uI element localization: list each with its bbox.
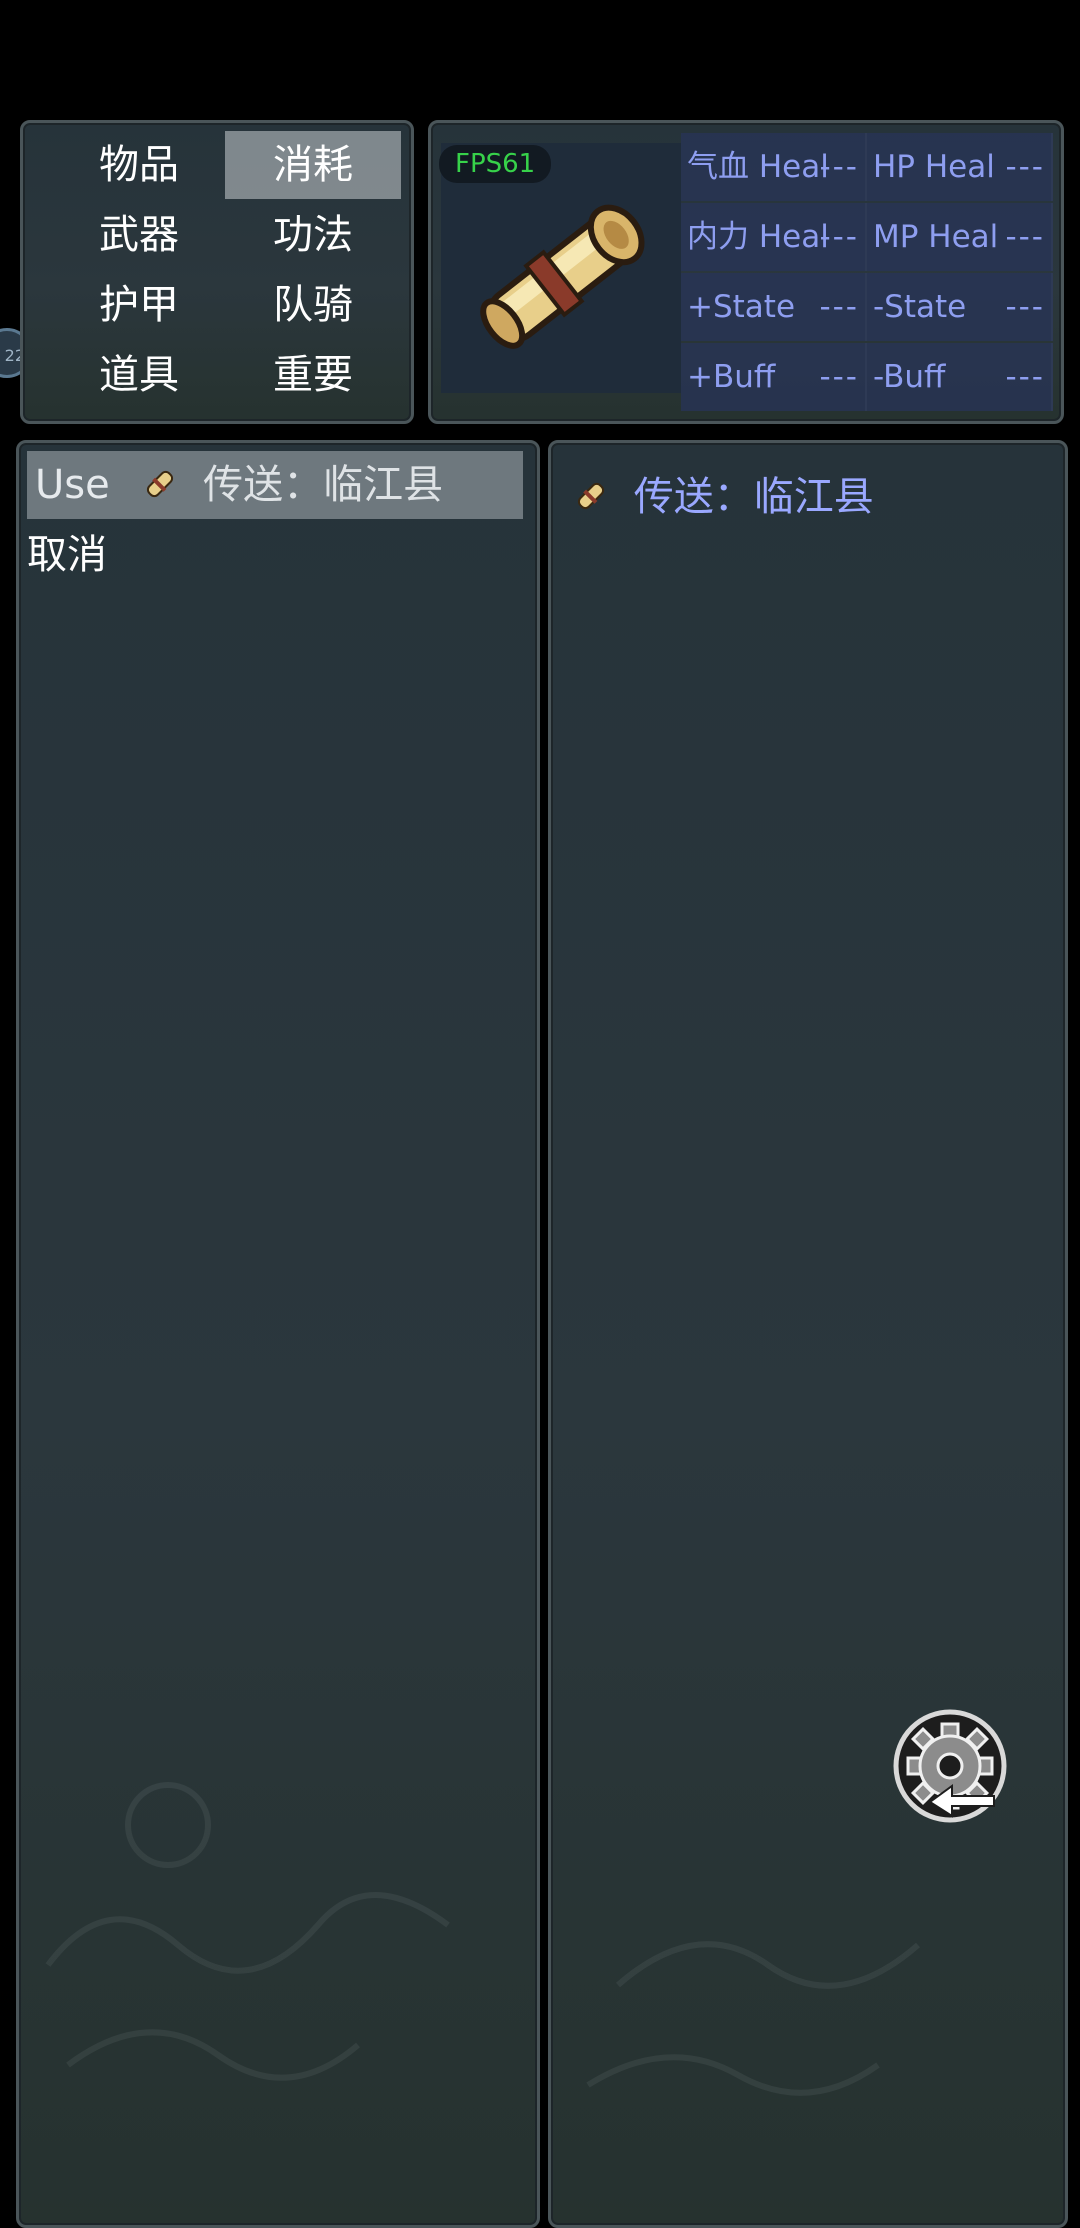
category-xiaohao[interactable]: 消耗 bbox=[225, 131, 401, 199]
detail-title-text: 传送：临江县 bbox=[633, 474, 874, 520]
settings-button[interactable] bbox=[890, 1706, 1010, 1826]
stat-value: --- bbox=[819, 359, 859, 395]
category-grid: 物品 消耗 武器 功法 护甲 队骑 道具 重要 bbox=[23, 123, 411, 421]
list-item-selected[interactable]: Use 传送：临江县 bbox=[27, 451, 523, 519]
stat-label: -Buff bbox=[873, 359, 946, 395]
stat-label: +State bbox=[687, 289, 796, 325]
stat-value: --- bbox=[1005, 289, 1045, 325]
category-hujia[interactable]: 护甲 bbox=[51, 271, 227, 339]
stat-cell: +State --- bbox=[681, 273, 867, 341]
stat-cell: -Buff --- bbox=[867, 343, 1053, 411]
stat-cell: 气血 Heal --- bbox=[681, 133, 867, 201]
cloud-pattern bbox=[45, 1782, 450, 2081]
stat-label: 气血 Heal bbox=[687, 149, 829, 185]
cancel-button[interactable]: 取消 bbox=[27, 521, 523, 589]
stat-label: +Buff bbox=[687, 359, 776, 395]
category-duiqi[interactable]: 队骑 bbox=[225, 271, 401, 339]
stat-cell: -State --- bbox=[867, 273, 1053, 341]
stat-label: HP Heal bbox=[873, 149, 995, 185]
stat-value: --- bbox=[819, 149, 859, 185]
item-detail-panel: 传送：临江县 bbox=[548, 440, 1068, 2228]
stat-cell: MP Heal --- bbox=[867, 203, 1053, 271]
game-screen: 22 物品 消耗 武器 功法 护甲 队骑 道具 重要 FPS61 气血 Heal… bbox=[0, 0, 1080, 2228]
stat-value: --- bbox=[1005, 149, 1045, 185]
category-wuqi[interactable]: 武器 bbox=[51, 201, 227, 269]
stat-value: --- bbox=[819, 289, 859, 325]
stat-cell: HP Heal --- bbox=[867, 133, 1053, 201]
item-name: 传送：临江县 bbox=[203, 462, 444, 508]
fps-counter: FPS61 bbox=[439, 145, 552, 183]
category-panel: 物品 消耗 武器 功法 护甲 队骑 道具 重要 bbox=[20, 120, 414, 424]
stat-value: --- bbox=[819, 219, 859, 255]
category-zhongyao[interactable]: 重要 bbox=[225, 341, 401, 409]
gear-icon bbox=[893, 1709, 1007, 1823]
item-list-panel: Use 传送：临江县 取消 bbox=[16, 440, 540, 2228]
stat-value: --- bbox=[1005, 359, 1045, 395]
detail-title: 传送：临江县 bbox=[571, 463, 874, 531]
category-gongfa[interactable]: 功法 bbox=[225, 201, 401, 269]
stat-cell: +Buff --- bbox=[681, 343, 867, 411]
scroll-icon bbox=[577, 482, 605, 510]
stat-value: --- bbox=[1005, 219, 1045, 255]
scroll-icon bbox=[147, 470, 174, 498]
stat-cell: 内力 Heal --- bbox=[681, 203, 867, 271]
stat-label: 内力 Heal bbox=[687, 219, 829, 255]
cancel-label: 取消 bbox=[27, 532, 107, 578]
stats-table: 气血 Heal --- HP Heal --- 内力 Heal --- MP Heal… bbox=[681, 133, 1055, 413]
item-info-panel: FPS61 气血 Heal --- HP Heal --- 内力 Heal --- M… bbox=[428, 120, 1064, 424]
category-daoju[interactable]: 道具 bbox=[51, 341, 227, 409]
category-wupin[interactable]: 物品 bbox=[51, 131, 227, 199]
stat-label: MP Heal bbox=[873, 219, 999, 255]
stat-label: -State bbox=[873, 289, 967, 325]
use-label: Use bbox=[35, 462, 110, 508]
